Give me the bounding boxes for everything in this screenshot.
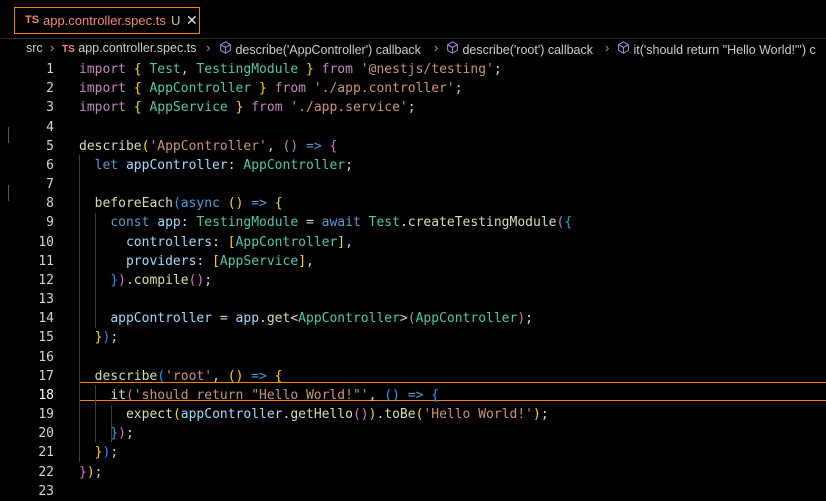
line-number: 7 [46, 177, 54, 193]
chevron-right-icon: › [50, 40, 55, 55]
code-line[interactable]: }); [79, 463, 102, 482]
chevron-right-icon: › [206, 40, 211, 55]
typescript-file-icon: TS [62, 44, 75, 55]
typescript-file-icon: TS [25, 14, 40, 26]
line-number: 3 [46, 100, 54, 116]
code-line[interactable]: }); [79, 328, 118, 347]
tab-app-controller-spec[interactable]: TS app.controller.spec.ts U ✕ [14, 7, 200, 34]
code-line[interactable]: }).compile(); [79, 271, 212, 290]
line-number: 20 [38, 426, 54, 442]
line-number: 8 [46, 196, 54, 212]
line-number: 16 [38, 349, 54, 365]
line-number: 11 [38, 253, 54, 269]
line-number: 21 [38, 445, 54, 461]
breadcrumb-file[interactable]: TS app.controller.spec.ts [62, 41, 196, 55]
breadcrumb-symbol-describe-appcontroller[interactable]: describe('AppController') callback [219, 41, 421, 57]
breadcrumb-symbol-label: describe('AppController') callback [235, 43, 421, 57]
code-line[interactable]: providers: [AppService], [79, 252, 314, 271]
code-line[interactable]: beforeEach(async () => { [79, 194, 283, 213]
code-line[interactable]: import { AppService } from './app.servic… [79, 98, 416, 117]
line-number: 19 [38, 407, 54, 423]
code-line[interactable]: describe('AppController', () => { [79, 137, 337, 156]
line-number: 5 [46, 138, 54, 154]
chevron-right-icon: › [605, 40, 610, 55]
line-number: 1 [46, 62, 54, 77]
code-line[interactable]: const app: TestingModule = await Test.cr… [79, 213, 572, 232]
line-number: 6 [46, 157, 54, 173]
breadcrumb-symbol-label: describe('root') callback [462, 43, 594, 57]
line-number: 10 [38, 234, 54, 250]
breadcrumb-symbol-describe-root[interactable]: describe('root') callback [446, 41, 593, 57]
line-number: 14 [38, 311, 54, 327]
code-line[interactable]: appController = app.get<AppController>(A… [79, 309, 533, 328]
editor-tab-bar: TS app.controller.spec.ts U ✕ [0, 0, 826, 39]
line-number: 23 [38, 483, 54, 499]
close-icon[interactable]: ✕ [186, 12, 198, 29]
breadcrumb: src › TS app.controller.spec.ts › descri… [0, 39, 826, 59]
breadcrumb-file-label: app.controller.spec.ts [78, 41, 197, 55]
chevron-right-icon: › [434, 40, 439, 55]
breadcrumb-symbol-it[interactable]: it('should return "Hello World!"') c [617, 41, 816, 57]
code-line[interactable]: let appController: AppController; [79, 156, 353, 175]
tab-label: app.controller.spec.ts [43, 13, 166, 28]
untracked-status-badge: U [171, 13, 181, 28]
code-line[interactable]: import { Test, TestingModule } from '@ne… [79, 60, 502, 79]
code-line[interactable]: import { AppController } from './app.con… [79, 79, 463, 98]
line-number: 18 [38, 387, 54, 403]
breadcrumb-folder[interactable]: src [26, 41, 43, 55]
method-cube-icon [618, 41, 629, 54]
line-number: 17 [38, 368, 54, 384]
line-number: 15 [38, 330, 54, 346]
line-number: 22 [38, 464, 54, 480]
breadcrumb-symbol-label: it('should return "Hello World!"') c [633, 43, 816, 57]
code-line[interactable]: }); [79, 424, 133, 443]
method-cube-icon [447, 41, 458, 54]
line-number: 12 [38, 272, 54, 288]
line-number: 13 [38, 292, 54, 308]
method-cube-icon [220, 41, 231, 54]
line-number: 9 [46, 215, 54, 231]
code-line[interactable]: controllers: [AppController], [79, 233, 353, 252]
line-number: 2 [46, 81, 54, 97]
code-line[interactable]: }); [79, 443, 118, 462]
code-editor[interactable]: 1 import { Test, TestingModule } from '@n… [0, 60, 826, 499]
code-line[interactable]: it('should return "Hello World!"', () =>… [79, 386, 439, 405]
code-line[interactable]: expect(appController.getHello()).toBe('H… [79, 405, 549, 424]
code-line[interactable]: describe('root', () => { [79, 367, 283, 386]
line-number: 4 [46, 119, 54, 135]
